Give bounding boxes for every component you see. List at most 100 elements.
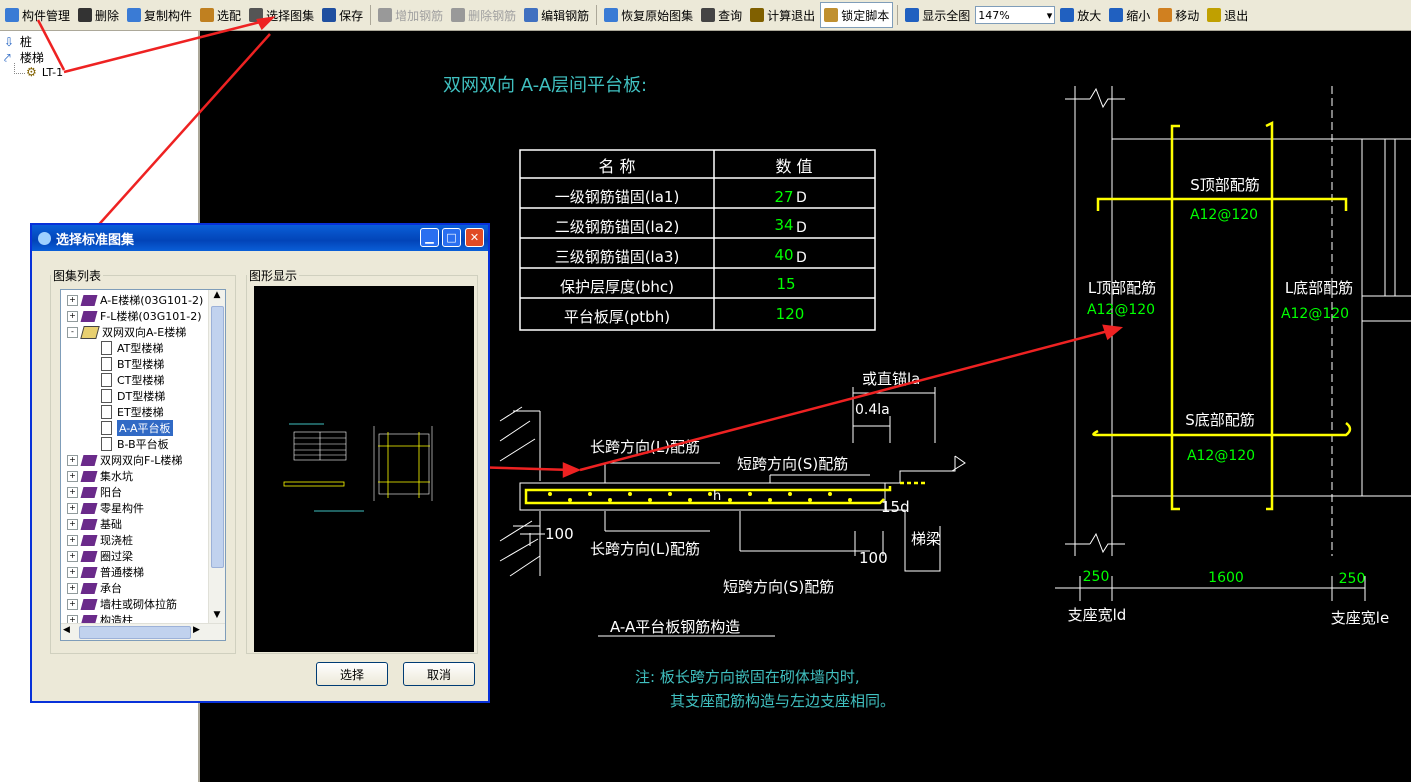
minimize-icon: ▁ <box>425 231 434 244</box>
atlas-list-item[interactable]: + 承台 <box>67 580 122 596</box>
scroll-hthumb[interactable] <box>79 626 191 639</box>
scroll-up-arrow-icon[interactable]: ▲ <box>209 290 225 304</box>
chevron-down-icon[interactable]: ▾ <box>1047 9 1053 22</box>
atlas-list-item[interactable]: A-A平台板 <box>101 420 173 436</box>
parameter-table <box>519 149 876 331</box>
maximize-button[interactable]: □ <box>442 228 461 247</box>
plan-s-top-value: A12@120 <box>1190 207 1258 223</box>
atlas-list-item[interactable]: + 现浇桩 <box>67 532 133 548</box>
table-row-name: 一级钢筋锚固(la1) <box>555 188 680 206</box>
document-icon <box>101 389 112 403</box>
atlas-list-item[interactable]: + 普通楼梯 <box>67 564 144 580</box>
atlas-list-item[interactable]: BT型楼梯 <box>101 356 164 372</box>
toolbar-button-0[interactable]: 构件管理 <box>2 3 73 27</box>
toolbar-button-2[interactable]: 复制构件 <box>124 3 195 27</box>
plan-support-right: 支座宽le <box>1331 609 1389 627</box>
vertical-scrollbar[interactable]: ▲ ▼ <box>208 290 225 624</box>
select-atlas-dialog[interactable]: 选择标准图集 ▁ □ ✕ 图集列表 图形显示 + A-E楼梯(03G101-2) +… <box>30 223 490 703</box>
scroll-down-arrow-icon[interactable]: ▼ <box>209 610 225 624</box>
atlas-list-item[interactable]: AT型楼梯 <box>101 340 163 356</box>
atlas-list-item[interactable]: + 双网双向F-L楼梯 <box>67 452 182 468</box>
horizontal-scrollbar[interactable]: ◀ ▶ <box>61 623 225 640</box>
toolbar-button-8[interactable]: 编辑钢筋 <box>521 3 592 27</box>
atlas-list-item-label: 墙柱或砌体拉筋 <box>100 598 177 611</box>
toolbar-button-15[interactable]: 缩小 <box>1106 3 1153 27</box>
atlas-list-item[interactable]: ET型楼梯 <box>101 404 164 420</box>
section-rebar-dots <box>548 492 852 502</box>
toolbar-button-12[interactable]: 锁定脚本 <box>820 2 894 28</box>
atlas-list-item[interactable]: + 零星构件 <box>67 500 144 516</box>
toolbar-button-14[interactable]: 放大 <box>1057 3 1104 27</box>
atlas-list-item[interactable]: + A-E楼梯(03G101-2) <box>67 292 203 308</box>
expand-icon[interactable]: + <box>67 294 78 306</box>
table-header-name: 名 称 <box>598 157 635 176</box>
calc-exit-icon <box>750 8 765 22</box>
cancel-button[interactable]: 取消 <box>403 662 475 686</box>
atlas-list-item[interactable]: + 圈过梁 <box>67 548 133 564</box>
toolbar-button-label: 删除 <box>95 8 120 23</box>
expand-icon[interactable]: + <box>67 454 78 466</box>
book-icon <box>80 502 98 514</box>
toolbar-button-16[interactable]: 移动 <box>1155 3 1202 27</box>
expand-icon[interactable]: + <box>67 310 78 322</box>
toolbar-separator <box>897 5 899 25</box>
scroll-thumb[interactable] <box>211 306 224 568</box>
expand-icon[interactable]: + <box>67 534 78 546</box>
atlas-list-item-label: 现浇桩 <box>100 534 133 547</box>
scroll-left-arrow-icon[interactable]: ◀ <box>63 625 70 635</box>
document-icon <box>101 373 112 387</box>
toolbar-separator <box>370 5 372 25</box>
atlas-list-item[interactable]: + 墙柱或砌体拉筋 <box>67 596 177 612</box>
dialog-titlebar[interactable]: 选择标准图集 ▁ □ ✕ <box>32 225 488 251</box>
dialog-title: 选择标准图集 <box>56 232 135 248</box>
toolbar-button-10[interactable]: 查询 <box>698 3 745 27</box>
tree-node-lt1[interactable]: ⚙ LT-1 <box>26 65 63 79</box>
plan-l-bottom: L底部配筋 <box>1285 279 1353 297</box>
select-button[interactable]: 选择 <box>316 662 388 686</box>
expand-icon[interactable]: + <box>67 582 78 594</box>
atlas-list-item[interactable]: - 双网双向A-E楼梯 <box>67 324 186 340</box>
expand-icon[interactable]: + <box>67 486 78 498</box>
zoom-combo[interactable]: 147% ▾ <box>975 6 1056 24</box>
tree-node-pile[interactable]: ⇩ 桩 <box>4 33 32 50</box>
toolbar-button-3[interactable]: 选配 <box>197 3 244 27</box>
document-icon <box>101 405 112 419</box>
atlas-list-item-label: BT型楼梯 <box>117 358 165 371</box>
atlas-list-item[interactable]: + F-L楼梯(03G101-2) <box>67 308 202 324</box>
expand-icon[interactable]: + <box>67 598 78 610</box>
expand-icon[interactable]: + <box>67 470 78 482</box>
atlas-list-item[interactable]: + 阳台 <box>67 484 122 500</box>
table-row-value: 40 <box>774 246 793 264</box>
collapse-icon[interactable]: - <box>67 326 78 338</box>
expand-icon[interactable]: + <box>67 518 78 530</box>
toolbar-button-9[interactable]: 恢复原始图集 <box>601 3 696 27</box>
toolbar-button-13[interactable]: 显示全图 <box>902 3 973 27</box>
atlas-list-item[interactable]: + 集水坑 <box>67 468 133 484</box>
table-row-unit: D <box>796 220 807 236</box>
book-icon <box>80 294 98 306</box>
atlas-tree-list[interactable]: + A-E楼梯(03G101-2) + F-L楼梯(03G101-2) - 双网双向A-E… <box>60 289 226 641</box>
toolbar-button-17[interactable]: 退出 <box>1204 3 1251 27</box>
atlas-list-item[interactable]: CT型楼梯 <box>101 372 164 388</box>
toolbar-button-label: 退出 <box>1224 8 1249 23</box>
toolbar-button-1[interactable]: 删除 <box>75 3 122 27</box>
toolbar-button-11[interactable]: 计算退出 <box>747 3 818 27</box>
toolbar-button-7[interactable]: 删除钢筋 <box>448 3 519 27</box>
restore-icon <box>604 8 619 22</box>
expand-icon[interactable]: + <box>67 566 78 578</box>
close-button[interactable]: ✕ <box>465 228 484 247</box>
main-toolbar: 构件管理 删除 复制构件 选配 选择图集 保存 增加钢筋 删除钢筋 编辑钢筋 恢复原始图集 查询 计算… <box>0 0 1411 31</box>
table-header-value: 数 值 <box>775 157 812 176</box>
toolbar-button-4[interactable]: 选择图集 <box>246 3 317 27</box>
atlas-list-item[interactable]: B-B平台板 <box>101 436 169 452</box>
expand-icon[interactable]: + <box>67 550 78 562</box>
minimize-button[interactable]: ▁ <box>420 228 439 247</box>
expand-icon[interactable]: + <box>67 502 78 514</box>
scroll-right-arrow-icon[interactable]: ▶ <box>193 625 200 635</box>
atlas-list-item[interactable]: DT型楼梯 <box>101 388 165 404</box>
zoom-out-icon <box>1109 8 1124 22</box>
toolbar-button-6[interactable]: 增加钢筋 <box>375 3 446 27</box>
toolbar-button-5[interactable]: 保存 <box>319 3 366 27</box>
save-disk-icon <box>322 8 337 22</box>
atlas-list-item[interactable]: + 基础 <box>67 516 122 532</box>
